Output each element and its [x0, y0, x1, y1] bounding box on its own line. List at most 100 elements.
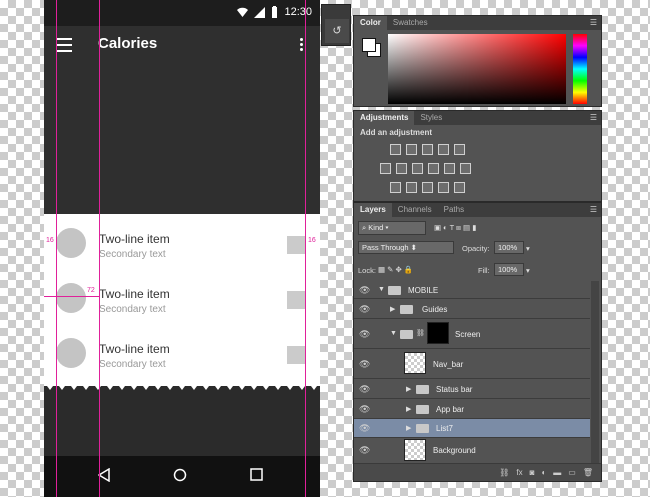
layer-name: MOBILE [408, 286, 439, 295]
tab-swatches[interactable]: Swatches [387, 16, 434, 30]
avatar [56, 228, 86, 258]
color-balance-icon[interactable] [396, 163, 407, 174]
posterize-icon[interactable] [406, 182, 417, 193]
visibility-eye-icon[interactable]: 👁 [359, 305, 373, 314]
add-mask-icon[interactable]: ◙ [530, 468, 535, 481]
layer-row[interactable]: 👁 ▼ MOBILE [354, 281, 590, 299]
fill-dropdown-icon[interactable]: ▾ [526, 266, 530, 275]
hue-saturation-icon[interactable] [380, 163, 391, 174]
list-item[interactable]: Two-line item Secondary text [44, 214, 320, 269]
filter-type-icons[interactable]: ▣ ◐ T ⧈ ▤ ▮ [434, 223, 476, 233]
home-icon[interactable] [173, 468, 187, 482]
new-adjustment-icon[interactable]: ◐ [541, 468, 546, 481]
black-white-icon[interactable] [412, 163, 423, 174]
link-layers-icon[interactable]: ⛓ [499, 468, 509, 481]
list-item-primary: Two-line item [99, 287, 170, 301]
fill-field[interactable]: 100% [494, 263, 524, 276]
list-item-secondary: Secondary text [99, 249, 166, 260]
lock-label: Lock: [358, 266, 376, 275]
photoshop-panels: ↺ Color Swatches ☰ Adjustments Styles ☰ … [321, 0, 602, 497]
visibility-eye-icon[interactable]: 👁 [359, 446, 373, 455]
tab-adjustments[interactable]: Adjustments [354, 111, 415, 125]
measure-left: 16 [45, 237, 55, 244]
visibility-eye-icon[interactable]: 👁 [359, 286, 373, 295]
chevron-right-icon[interactable]: ▶ [406, 385, 411, 393]
opacity-dropdown-icon[interactable]: ▾ [526, 244, 530, 253]
levels-icon[interactable] [406, 144, 417, 155]
measure-right: 16 [307, 237, 317, 244]
tab-channels[interactable]: Channels [392, 203, 438, 217]
folder-icon [388, 286, 401, 295]
brightness-icon[interactable] [390, 144, 401, 155]
new-layer-icon[interactable]: ▭ [568, 468, 576, 481]
chevron-down-icon[interactable]: ▼ [390, 330, 397, 337]
guide-right [305, 0, 306, 497]
tool-strip: ↺ [321, 4, 351, 46]
chevron-down-icon[interactable]: ▼ [378, 286, 385, 293]
chevron-right-icon[interactable]: ▶ [406, 424, 411, 432]
fx-icon[interactable]: fx [516, 468, 522, 481]
photo-filter-icon[interactable] [428, 163, 439, 174]
app-bar: Calories [44, 26, 320, 214]
history-icon[interactable]: ↺ [325, 19, 349, 43]
layer-row[interactable]: 👁 Nav_bar [354, 349, 590, 379]
foreground-color-swatch[interactable] [362, 38, 376, 52]
chevron-right-icon[interactable]: ▶ [390, 305, 395, 313]
panel-menu-icon[interactable]: ☰ [590, 18, 597, 27]
layers-footer: ⛓ fx ◙ ◐ ▬ ▭ 🗑 [354, 463, 601, 481]
hue-slider[interactable] [573, 34, 587, 104]
blend-mode-select[interactable]: Pass Through ⬍ [358, 241, 454, 254]
delete-layer-icon[interactable]: 🗑 [583, 468, 593, 481]
visibility-eye-icon[interactable]: 👁 [359, 330, 373, 339]
visibility-eye-icon[interactable]: 👁 [359, 360, 373, 369]
layer-row[interactable]: 👁 ▼ ⛓ Screen [354, 319, 590, 349]
folder-icon [416, 424, 429, 433]
layer-row[interactable]: 👁 Background [354, 438, 590, 463]
avatar [56, 283, 86, 313]
color-field[interactable] [388, 34, 566, 104]
invert-icon[interactable] [390, 182, 401, 193]
panel-menu-icon[interactable]: ☰ [590, 205, 597, 214]
new-group-icon[interactable]: ▬ [553, 468, 561, 481]
tab-paths[interactable]: Paths [438, 203, 470, 217]
layer-row[interactable]: 👁 ▶ App bar [354, 399, 590, 419]
tab-styles[interactable]: Styles [414, 111, 448, 125]
color-lookup-icon[interactable] [460, 163, 471, 174]
layer-filter-value: Kind [368, 223, 384, 232]
layer-filter-select[interactable]: ⌕ Kind ▾ [358, 221, 426, 235]
selective-color-icon[interactable] [438, 182, 449, 193]
layer-row-selected[interactable]: 👁 ▶ List7 [354, 419, 590, 438]
lock-icons[interactable]: ▦ ✎ ✥ 🔒 [378, 265, 413, 274]
list-item-secondary: Secondary text [99, 359, 166, 370]
curves-icon[interactable] [422, 144, 433, 155]
layer-row[interactable]: 👁 ▶ Guides [354, 299, 590, 319]
visibility-eye-icon[interactable]: 👁 [359, 385, 373, 394]
exposure-icon[interactable] [438, 144, 449, 155]
panel-menu-icon[interactable]: ☰ [590, 113, 597, 122]
channel-mixer-icon[interactable] [444, 163, 455, 174]
guide-left [56, 0, 57, 497]
folder-icon [416, 385, 429, 394]
layer-row[interactable]: 👁 ▶ Status bar [354, 379, 590, 399]
chevron-right-icon[interactable]: ▶ [406, 405, 411, 413]
vibrance-icon[interactable] [454, 144, 465, 155]
signal-icon [254, 6, 266, 18]
list-item[interactable]: Two-line item Secondary text [44, 324, 320, 379]
gradient-map-icon[interactable] [454, 182, 465, 193]
threshold-icon[interactable] [422, 182, 433, 193]
layers-scrollbar[interactable] [591, 281, 599, 463]
menu-icon[interactable] [56, 38, 72, 52]
list-item-thumbnail [287, 236, 305, 254]
folder-icon [400, 330, 413, 339]
layer-thumbnail [404, 439, 426, 461]
recents-icon[interactable] [250, 468, 263, 481]
list-item-secondary: Secondary text [99, 304, 166, 315]
avatar [56, 338, 86, 368]
more-vert-icon[interactable] [300, 38, 304, 52]
opacity-label: Opacity: [462, 244, 490, 253]
opacity-field[interactable]: 100% [494, 241, 524, 254]
visibility-eye-icon[interactable]: 👁 [359, 405, 373, 414]
tab-layers[interactable]: Layers [354, 203, 392, 217]
tab-color[interactable]: Color [354, 16, 387, 30]
visibility-eye-icon[interactable]: 👁 [359, 424, 373, 433]
